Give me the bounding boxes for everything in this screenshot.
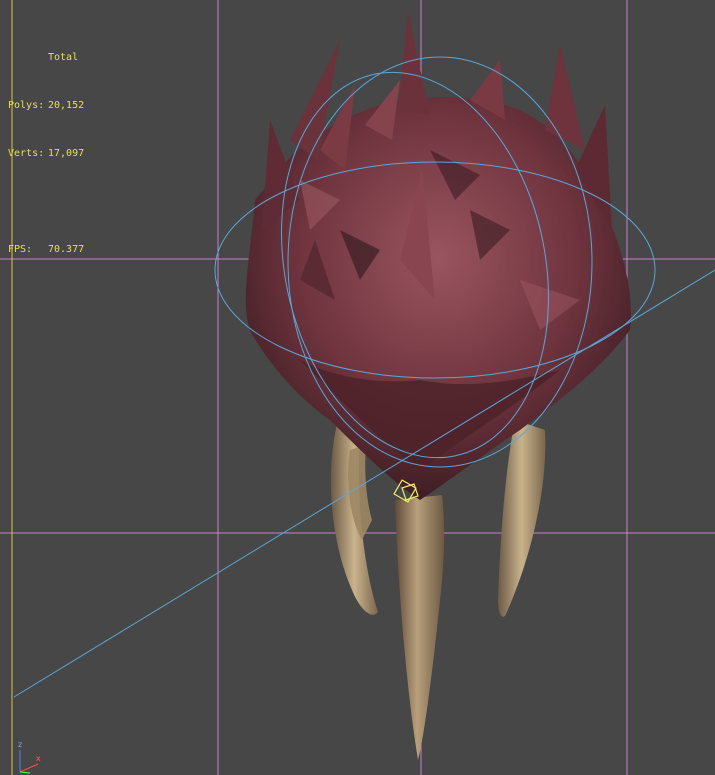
tusk-center[interactable] — [395, 495, 445, 760]
creature-head-mesh[interactable] — [245, 12, 631, 501]
perspective-viewport[interactable]: — ——— Total Polys: 20,152 Verts: 17,097 … — [0, 0, 715, 775]
axis-tripod: z x — [12, 740, 42, 775]
viewport-statistics: Total Polys: 20,152 Verts: 17,097 FPS: 7… — [8, 18, 84, 290]
stats-verts-value: 17,097 — [48, 148, 85, 159]
scene-canvas[interactable] — [0, 0, 715, 775]
stats-fps-value: 70.377 — [48, 244, 85, 255]
stats-verts-row: Verts: 17,097 — [8, 146, 84, 162]
stats-polys-row: Polys: 20,152 — [8, 98, 84, 114]
stats-polys-value: 20,152 — [48, 100, 85, 111]
stats-fps-row: FPS: 70.377 — [8, 242, 84, 258]
axis-z-label: z — [18, 740, 23, 749]
stats-fps-label: FPS: — [8, 244, 33, 255]
axis-x-label: x — [36, 754, 41, 763]
clipped-viewport-label: — ——— — [60, 0, 138, 3]
stats-polys-label: Polys: — [8, 100, 45, 111]
stats-header: Total — [48, 52, 79, 63]
tusk-right[interactable] — [498, 420, 546, 617]
stats-gap — [8, 194, 84, 210]
stats-verts-label: Verts: — [8, 148, 45, 159]
